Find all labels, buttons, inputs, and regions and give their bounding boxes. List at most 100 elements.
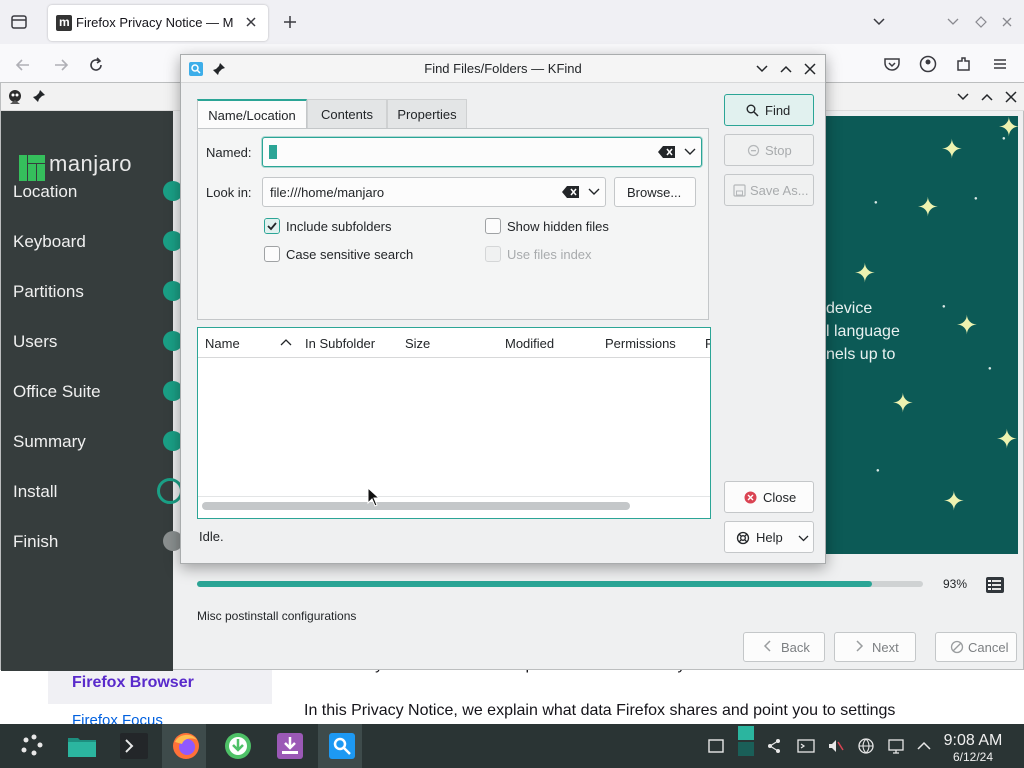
chevron-down-icon	[798, 533, 809, 544]
tab-title: Firefox Privacy Notice — M	[76, 15, 234, 30]
taskbar: 9:08 AM 6/12/24	[0, 724, 1024, 768]
cancel-button[interactable]: Cancel	[935, 632, 1017, 662]
window-icon[interactable]	[707, 737, 725, 755]
file-manager-icon[interactable]	[66, 730, 98, 762]
results-list[interactable]: Name In Subfolder Size Modified Permissi…	[197, 327, 711, 519]
star-icon: ●	[942, 304, 946, 310]
star-icon: ●	[1002, 136, 1006, 142]
star-icon: ✦	[998, 116, 1018, 142]
kde-connect-icon[interactable]	[765, 737, 783, 755]
column-header-name[interactable]: Name	[198, 328, 299, 358]
maximize-icon[interactable]	[974, 15, 988, 29]
column-header-permissions[interactable]: Permissions	[598, 328, 699, 358]
firefox-tab-bar: m Firefox Privacy Notice — M	[0, 0, 1024, 44]
show-hidden-tray-icon[interactable]	[915, 737, 933, 755]
display-icon[interactable]	[887, 737, 905, 755]
volume-muted-icon[interactable]	[827, 737, 845, 755]
installer-taskbar-icon[interactable]	[274, 730, 306, 762]
progress-fill	[197, 581, 873, 587]
cancel-icon	[950, 640, 964, 654]
column-header-modified[interactable]: Modified	[498, 328, 599, 358]
close-circle-icon	[744, 491, 757, 504]
manjaro-logo-icon	[19, 155, 45, 181]
account-icon[interactable]	[919, 55, 937, 73]
list-all-tabs-icon[interactable]	[872, 15, 886, 29]
new-tab-icon[interactable]	[282, 14, 298, 30]
update-manager-icon[interactable]	[222, 730, 254, 762]
minimize-icon[interactable]	[956, 90, 970, 104]
chevron-down-icon[interactable]	[684, 146, 696, 158]
firefox-tab[interactable]: m Firefox Privacy Notice — M	[48, 5, 268, 41]
application-launcher-icon[interactable]	[20, 734, 46, 758]
mozilla-favicon-icon: m	[56, 15, 72, 31]
tab-list-icon[interactable]	[10, 13, 28, 31]
browse-button[interactable]: Browse...	[614, 177, 696, 207]
firefox-icon[interactable]	[170, 730, 202, 762]
chevron-down-icon[interactable]	[588, 186, 600, 198]
pin-icon[interactable]	[32, 89, 46, 103]
find-button[interactable]: Find	[724, 94, 814, 126]
clear-text-icon[interactable]	[658, 145, 676, 159]
close-button[interactable]: Close	[724, 481, 814, 513]
tab-contents[interactable]: Contents	[307, 99, 387, 129]
minimize-icon[interactable]	[755, 62, 769, 76]
log-icon[interactable]	[985, 575, 1005, 595]
show-hidden-checkbox[interactable]	[485, 218, 501, 234]
extensions-icon[interactable]	[955, 55, 973, 73]
named-label: Named:	[206, 145, 252, 160]
tab-name-location[interactable]: Name/Location	[197, 99, 307, 129]
help-button[interactable]: Help	[724, 521, 814, 553]
browse-label: Browse...	[627, 185, 682, 200]
step-location: Location	[13, 182, 78, 201]
clipboard-icon[interactable]	[737, 726, 755, 756]
name-location-panel: Named: Look in: file:///home/manjaro Bro…	[197, 128, 709, 320]
show-hidden-label[interactable]: Show hidden files	[507, 219, 609, 234]
reload-icon[interactable]	[87, 56, 105, 74]
sort-ascending-icon	[280, 337, 292, 349]
column-header-more[interactable]: F	[698, 328, 710, 358]
terminal-icon[interactable]	[118, 730, 150, 762]
sidenav-item-firefox-browser[interactable]: Firefox Browser	[48, 670, 272, 704]
tab-properties[interactable]: Properties	[387, 99, 467, 129]
terminal-tray-icon[interactable]	[797, 737, 815, 755]
include-subfolders-checkbox[interactable]	[264, 218, 280, 234]
digital-clock[interactable]: 9:08 AM 6/12/24	[940, 732, 1006, 764]
named-input[interactable]	[262, 137, 702, 167]
chevron-left-icon	[762, 639, 774, 653]
include-subfolders-label[interactable]: Include subfolders	[286, 219, 392, 234]
tab-close-icon[interactable]	[244, 15, 258, 29]
back-button[interactable]: Back	[743, 632, 825, 662]
pocket-icon[interactable]	[883, 55, 901, 73]
step-finish: Finish	[13, 532, 59, 551]
close-window-icon[interactable]	[1000, 15, 1014, 29]
close-icon[interactable]	[803, 62, 817, 76]
case-sensitive-checkbox[interactable]	[264, 246, 280, 262]
installer-slideshow: device l language nels up to ✦ ✦ ✦ ✦ ✦ ✦…	[826, 116, 1018, 554]
help-label: Help	[756, 530, 783, 545]
chevron-right-icon	[853, 639, 865, 653]
close-icon[interactable]	[1004, 90, 1018, 104]
star-icon: ●	[874, 200, 878, 206]
network-icon[interactable]	[857, 737, 875, 755]
next-button[interactable]: Next	[834, 632, 916, 662]
maximize-icon[interactable]	[779, 62, 793, 76]
clear-text-icon[interactable]	[562, 185, 580, 199]
column-header-size[interactable]: Size	[398, 328, 499, 358]
clock-time: 9:08 AM	[943, 732, 1003, 749]
lookin-combobox[interactable]: file:///home/manjaro	[262, 177, 606, 207]
minimize-icon[interactable]	[946, 15, 960, 29]
clock-date: 6/12/24	[952, 750, 994, 764]
back-icon[interactable]	[14, 56, 32, 74]
kfind-dialog: Find Files/Folders — KFind Name/Location…	[180, 54, 826, 564]
stop-label: Stop	[765, 143, 792, 158]
horizontal-scrollbar[interactable]	[202, 502, 630, 510]
search-icon	[746, 104, 759, 117]
menu-icon[interactable]	[991, 55, 1009, 73]
case-sensitive-label[interactable]: Case sensitive search	[286, 247, 413, 262]
kfind-taskbar-icon[interactable]	[326, 730, 358, 762]
lookin-value: file:///home/manjaro	[270, 185, 385, 200]
maximize-icon[interactable]	[980, 90, 994, 104]
column-header-in-subfolder[interactable]: In Subfolder	[298, 328, 399, 358]
forward-icon[interactable]	[52, 56, 70, 74]
install-progress-bar	[197, 581, 923, 587]
